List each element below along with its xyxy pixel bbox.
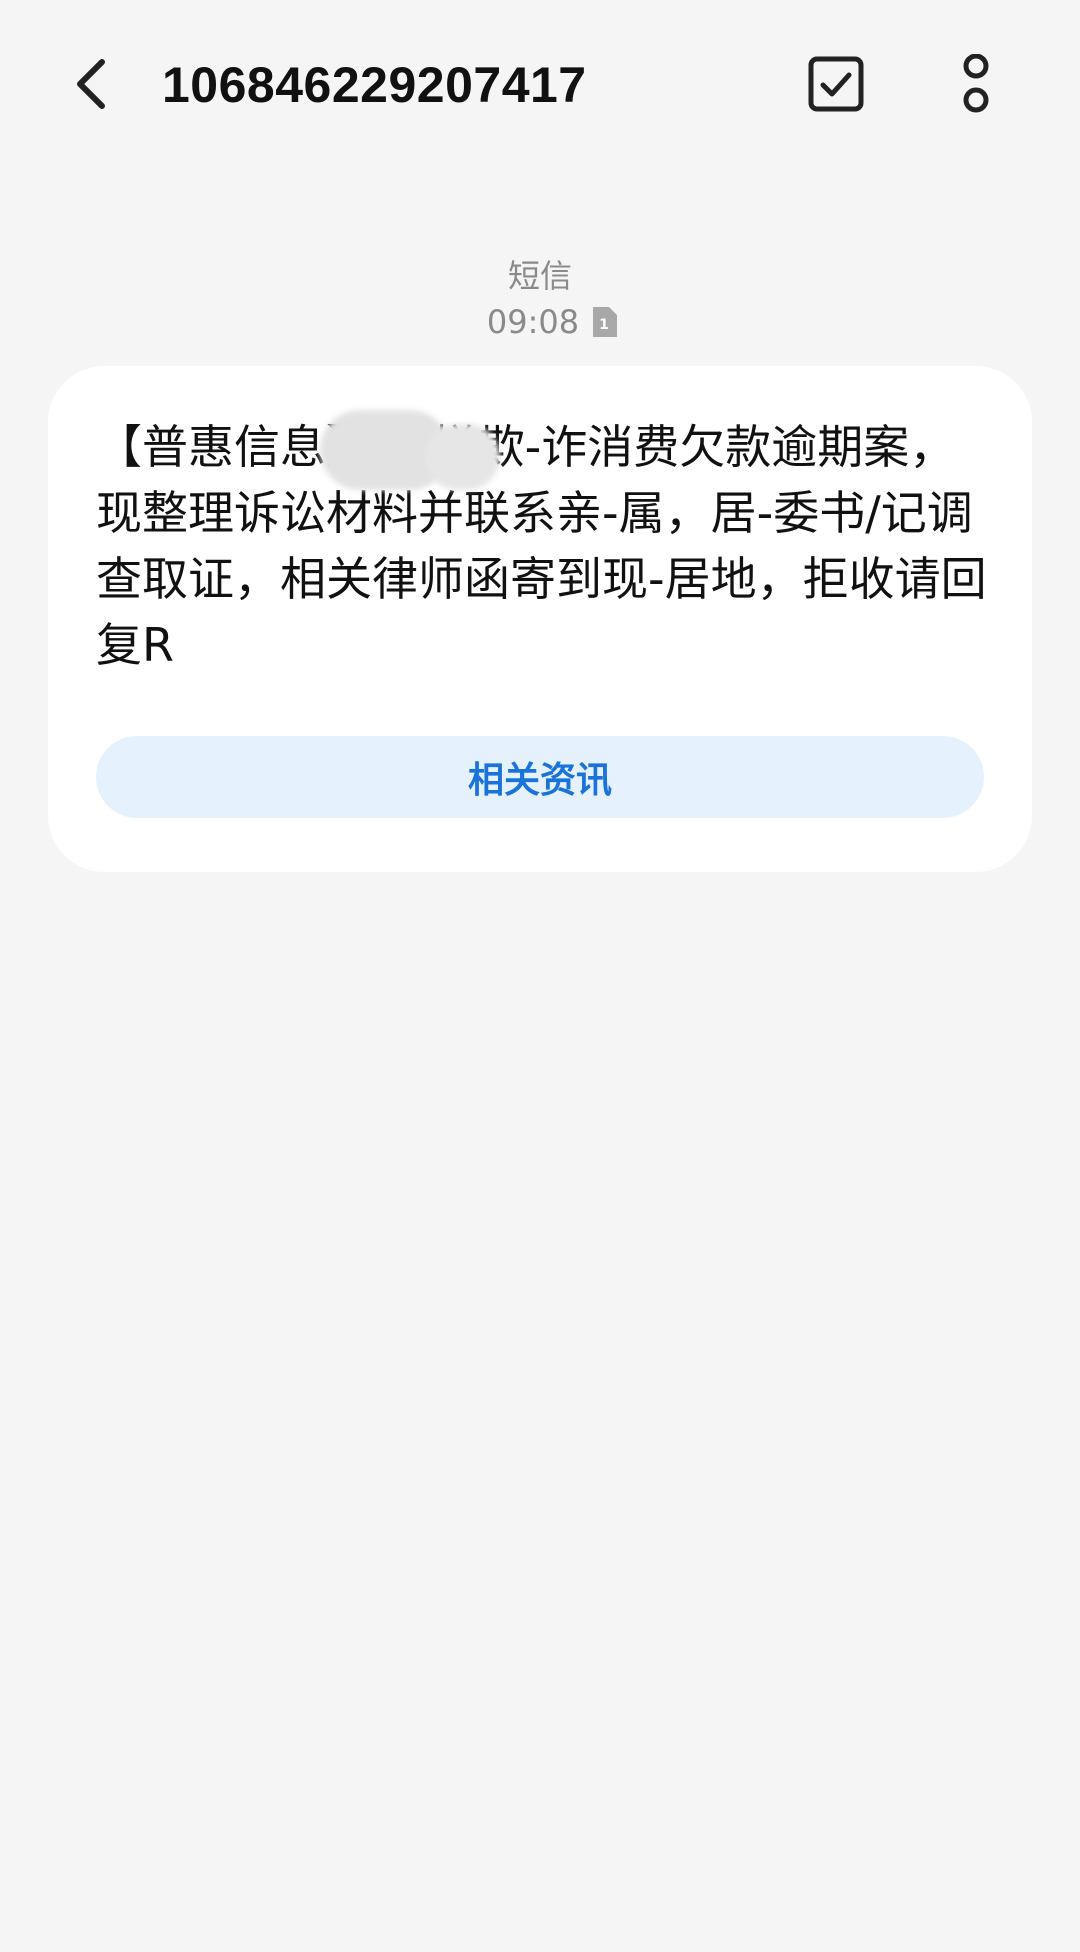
back-button[interactable] — [60, 52, 124, 116]
sender-number-title: 106846229207417 — [162, 57, 587, 113]
message-time: 09:08 — [486, 303, 580, 341]
message-meta: 短信 09:08 1 — [0, 254, 1080, 344]
timestamp-row: 09:08 1 — [0, 300, 1080, 344]
message-text[interactable]: 【普惠信息】 涉嫌欺-诈消费欠款逾期案，现整理诉讼材料并联系亲-属，居-委书/记… — [96, 414, 996, 678]
redaction-blur — [320, 410, 510, 490]
sim-card-icon: 1 — [591, 307, 618, 337]
related-info-button[interactable]: 相关资讯 — [96, 736, 984, 818]
select-messages-button[interactable] — [804, 52, 868, 116]
chevron-left-icon — [77, 59, 105, 109]
message-bubble[interactable]: 【普惠信息】 涉嫌欺-诈消费欠款逾期案，现整理诉讼材料并联系亲-属，居-委书/记… — [48, 366, 1032, 872]
more-vertical-icon — [963, 54, 989, 113]
sim-badge-number: 1 — [599, 317, 609, 333]
checkbox-icon — [808, 56, 864, 112]
top-app-bar: 106846229207417 — [0, 0, 1080, 172]
sms-conversation-screen: 106846229207417 短信 09:08 1 【普惠信息】 涉嫌欺-诈消… — [0, 0, 1080, 1952]
more-options-button[interactable] — [944, 52, 1008, 116]
message-type-label: 短信 — [507, 257, 572, 295]
